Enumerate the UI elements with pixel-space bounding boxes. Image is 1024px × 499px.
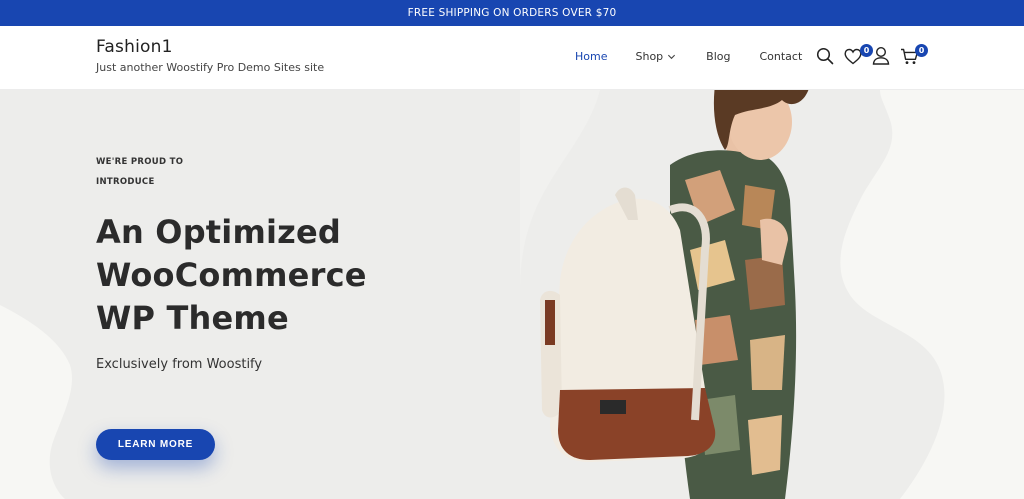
site-tagline: Just another Woostify Pro Demo Sites sit… [96, 61, 325, 74]
hero-eyebrow-line2: INTRODUCE [96, 177, 155, 187]
hero-headline-line1: An Optimized [96, 213, 342, 251]
nav-item-contact[interactable]: Contact [759, 50, 802, 63]
user-icon[interactable] [872, 46, 890, 65]
chevron-down-icon [668, 54, 676, 60]
search-icon[interactable] [816, 47, 834, 65]
nav-item-label: Blog [706, 50, 731, 63]
hero-subheadline: Exclusively from Woostify [96, 357, 263, 372]
main-navigation: Home Shop Blog Contact [575, 50, 802, 63]
hero-eyebrow-line1: WE'RE PROUD TO [96, 157, 184, 167]
nav-item-label: Contact [759, 50, 803, 63]
model-with-backpack-image [540, 90, 809, 499]
announcement-text: FREE SHIPPING ON ORDERS OVER $70 [407, 7, 617, 19]
nav-item-shop[interactable]: Shop [635, 50, 676, 63]
announcement-bar: FREE SHIPPING ON ORDERS OVER $70 [0, 0, 1024, 26]
hero-banner: WE'RE PROUD TO INTRODUCE An Optimized Wo… [0, 90, 1024, 499]
nav-item-blog[interactable]: Blog [706, 50, 730, 63]
nav-item-home[interactable]: Home [575, 50, 607, 63]
site-header: Fashion1 Just another Woostify Pro Demo … [0, 26, 1024, 90]
nav-item-label: Shop [635, 50, 664, 63]
nav-item-label: Home [575, 50, 608, 63]
learn-more-button[interactable]: LEARN MORE [96, 429, 215, 460]
site-title[interactable]: Fashion1 [96, 37, 173, 57]
cart-count-badge: 0 [915, 44, 928, 57]
hero-headline-line2: WooCommerce [96, 256, 367, 294]
hero-headline-line3: WP Theme [96, 299, 289, 337]
